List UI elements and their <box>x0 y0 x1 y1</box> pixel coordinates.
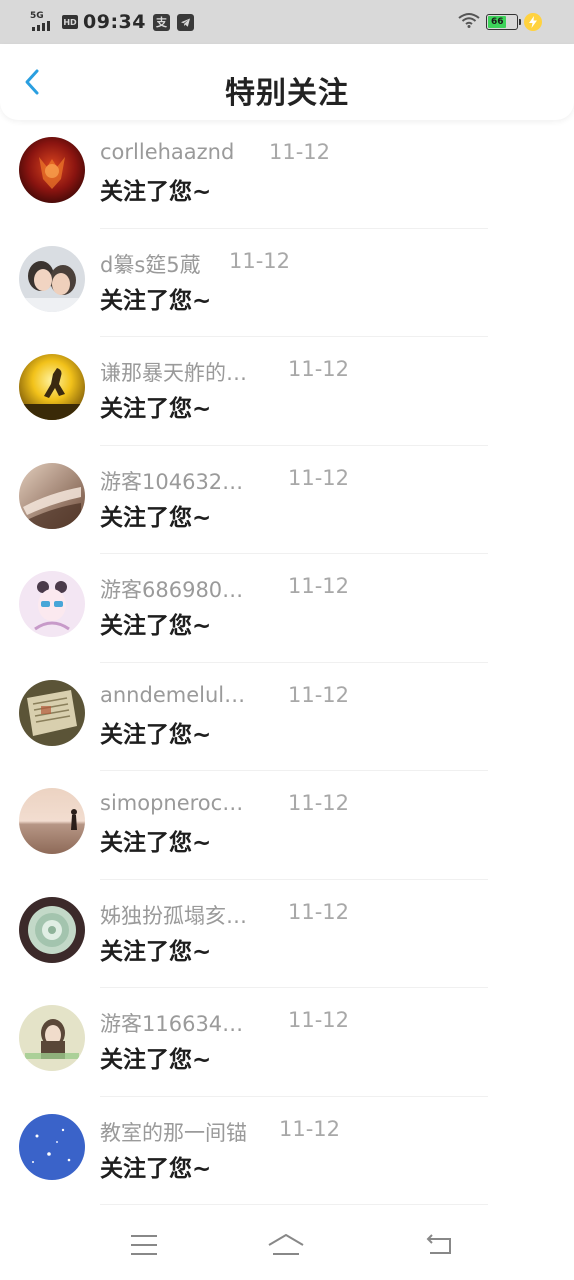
list-item[interactable]: 游客116634… 11-12 关注了您~ <box>0 988 574 1097</box>
avatar[interactable] <box>19 245 85 312</box>
back-nav-button[interactable] <box>418 1230 458 1260</box>
notification-message: 关注了您~ <box>100 1047 212 1073</box>
user-name[interactable]: anndemelul… <box>100 683 245 707</box>
avatar[interactable] <box>19 896 85 963</box>
user-name[interactable]: simopneroc… <box>100 791 243 815</box>
avatar[interactable] <box>19 788 85 854</box>
notification-message: 关注了您~ <box>100 287 212 314</box>
menu-button[interactable] <box>124 1230 164 1260</box>
list-item[interactable]: 游客104632… 11-12 关注了您~ <box>0 446 574 554</box>
battery-icon: 66 <box>486 14 521 30</box>
back-arrow-icon <box>426 1234 451 1254</box>
notification-message: 关注了您~ <box>100 504 212 531</box>
avatar[interactable] <box>19 1005 85 1071</box>
status-bar-left: 5G HD 09:34 支 <box>30 8 194 36</box>
timestamp: 11-12 <box>288 357 350 381</box>
notification-list: corllehaaznd 11-12 关注了您~ d纂s筵5蕆 11-12 关注… <box>0 120 574 1205</box>
notification-message: 关注了您~ <box>100 1155 212 1182</box>
header: 特别关注 <box>0 44 574 120</box>
user-name[interactable]: 姊独扮孤塌亥… <box>100 900 247 930</box>
timestamp: 11-12 <box>288 465 350 490</box>
notification-message: 关注了您~ <box>100 721 212 748</box>
user-name[interactable]: 游客116634… <box>100 1008 243 1038</box>
divider <box>100 1204 488 1205</box>
telegram-notification-icon <box>176 13 194 31</box>
alipay-notification-icon: 支 <box>152 13 170 31</box>
status-time: 09:34 <box>83 11 146 33</box>
list-item[interactable]: 教室的那一间锚 11-12 关注了您~ <box>0 1097 574 1205</box>
timestamp: 11-12 <box>288 1008 350 1032</box>
list-item[interactable]: 游客686980… 11-12 关注了您~ <box>0 554 574 663</box>
page-title: 特别关注 <box>225 76 349 111</box>
timestamp: 11-12 <box>288 899 350 924</box>
user-name[interactable]: corllehaaznd <box>100 140 234 164</box>
menu-icon <box>131 1235 157 1255</box>
notification-message: 关注了您~ <box>100 179 212 205</box>
user-name[interactable]: 教室的那一间锚 <box>100 1117 247 1147</box>
list-item[interactable]: 姊独扮孤塌亥… 11-12 关注了您~ <box>0 880 574 988</box>
list-item[interactable]: 谦那暴天舴的… 11-12 关注了您~ <box>0 337 574 446</box>
home-icon <box>268 1234 304 1255</box>
wifi-icon <box>458 12 480 32</box>
timestamp: 11-12 <box>269 140 331 164</box>
notification-message: 关注了您~ <box>100 830 212 856</box>
notification-message: 关注了您~ <box>100 938 212 965</box>
avatar[interactable] <box>19 354 85 420</box>
timestamp: 11-12 <box>288 574 350 598</box>
notification-message: 关注了您~ <box>100 396 212 422</box>
avatar[interactable] <box>19 462 85 529</box>
notification-message: 关注了您~ <box>100 613 212 639</box>
timestamp: 11-12 <box>229 248 291 273</box>
hd-icon: HD <box>62 15 78 29</box>
user-name[interactable]: 游客686980… <box>100 574 243 604</box>
avatar[interactable] <box>19 137 85 203</box>
list-item[interactable]: anndemelul… 11-12 关注了您~ <box>0 663 574 771</box>
timestamp: 11-12 <box>288 791 350 815</box>
cellular-signal-icon: 5G <box>30 11 54 33</box>
timestamp: 11-12 <box>288 682 350 707</box>
avatar[interactable] <box>19 1113 85 1180</box>
network-type: 5G <box>30 11 44 21</box>
list-item[interactable]: corllehaaznd 11-12 关注了您~ <box>0 120 574 229</box>
timestamp: 11-12 <box>279 1116 341 1141</box>
home-button[interactable] <box>266 1230 306 1260</box>
system-nav-bar <box>0 1212 574 1280</box>
user-name[interactable]: 游客104632… <box>100 466 243 496</box>
list-item[interactable]: simopneroc… 11-12 关注了您~ <box>0 771 574 880</box>
list-item[interactable]: d纂s筵5蕆 11-12 关注了您~ <box>0 229 574 337</box>
user-name[interactable]: d纂s筵5蕆 <box>100 249 201 279</box>
charging-icon <box>524 13 542 31</box>
status-bar-right: 66 <box>458 10 542 34</box>
battery-level: 66 <box>488 16 507 28</box>
avatar[interactable] <box>19 571 85 637</box>
avatar[interactable] <box>19 679 85 746</box>
user-name[interactable]: 谦那暴天舴的… <box>100 357 247 387</box>
status-bar: 5G HD 09:34 支 66 <box>0 0 574 44</box>
